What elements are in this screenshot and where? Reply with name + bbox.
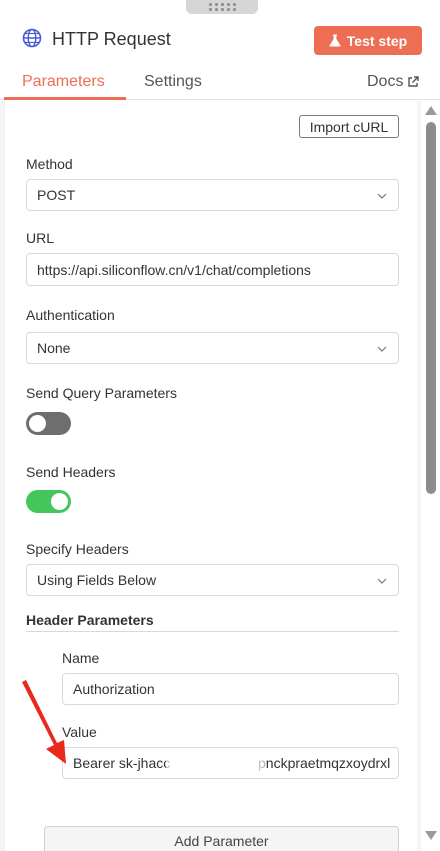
header-parameters-title: Header Parameters <box>26 612 154 628</box>
redaction-blur <box>166 748 266 778</box>
tab-parameters[interactable]: Parameters <box>22 72 105 92</box>
method-value: POST <box>37 187 76 203</box>
url-label: URL <box>26 230 55 246</box>
drag-handle[interactable] <box>186 0 258 14</box>
panel-header: HTTP Request Test step <box>0 14 440 66</box>
toggle-knob <box>29 415 46 432</box>
header-value-label: Value <box>62 724 97 740</box>
http-request-panel: HTTP Request Test step Parameters Settin… <box>0 0 440 851</box>
scrollbar-thumb[interactable] <box>426 122 436 494</box>
specify-headers-value: Using Fields Below <box>37 572 157 588</box>
tab-settings[interactable]: Settings <box>144 72 202 92</box>
url-value: https://api.siliconflow.cn/v1/chat/compl… <box>37 261 311 278</box>
send-headers-toggle[interactable] <box>26 490 71 513</box>
header-value-prefix: Bearer sk-jhacc <box>73 755 171 771</box>
authentication-label: Authentication <box>26 307 115 323</box>
send-query-parameters-toggle[interactable] <box>26 412 71 435</box>
test-step-button[interactable]: Test step <box>314 26 422 55</box>
authentication-select[interactable]: None <box>26 332 399 364</box>
tab-docs[interactable]: Docs <box>367 72 420 92</box>
active-tab-indicator <box>4 97 126 100</box>
header-name-label: Name <box>62 650 100 666</box>
authentication-value: None <box>37 340 71 356</box>
chevron-down-icon <box>377 193 387 199</box>
header-name-value: Authorization <box>73 681 155 697</box>
chevron-down-icon <box>377 346 387 352</box>
tab-docs-label: Docs <box>367 73 404 90</box>
import-curl-button[interactable]: Import cURL <box>299 115 399 138</box>
flask-icon <box>329 34 341 47</box>
tab-bar: Parameters Settings Docs <box>0 66 440 100</box>
globe-icon <box>22 28 42 48</box>
send-headers-label: Send Headers <box>26 464 116 480</box>
send-query-parameters-label: Send Query Parameters <box>26 385 177 401</box>
chevron-down-icon <box>377 578 387 584</box>
specify-headers-select[interactable]: Using Fields Below <box>26 564 399 596</box>
toggle-knob <box>51 493 68 510</box>
specify-headers-label: Specify Headers <box>26 541 129 557</box>
section-divider <box>26 631 399 632</box>
scroll-up-arrow-icon[interactable] <box>425 106 437 115</box>
url-input[interactable]: https://api.siliconflow.cn/v1/chat/compl… <box>26 253 399 286</box>
method-label: Method <box>26 156 73 172</box>
scroll-down-arrow-icon[interactable] <box>425 831 437 840</box>
header-value-suffix: pnckpraetmqzxoydrxl <box>258 755 391 771</box>
method-select[interactable]: POST <box>26 179 399 211</box>
test-step-label: Test step <box>346 32 408 49</box>
external-link-icon <box>408 76 420 87</box>
drag-dots-icon <box>208 3 236 11</box>
add-parameter-button[interactable]: Add Parameter <box>44 826 399 851</box>
header-name-input[interactable]: Authorization <box>62 673 399 705</box>
node-title: HTTP Request <box>52 29 171 49</box>
